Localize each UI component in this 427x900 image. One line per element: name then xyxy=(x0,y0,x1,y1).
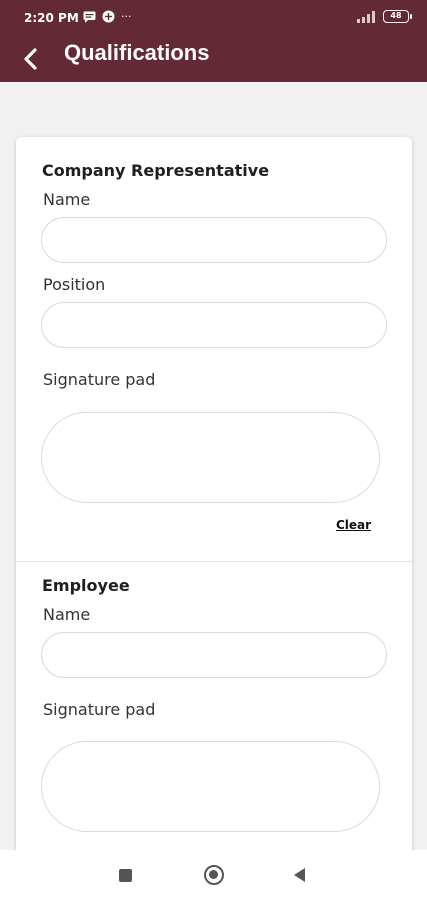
company-signature-label: Signature pad xyxy=(43,370,156,389)
status-time: 2:20 PM xyxy=(24,11,79,25)
company-name-label: Name xyxy=(43,190,91,209)
game-icon xyxy=(102,10,115,23)
status-bar: 2:20 PM ··· 48 xyxy=(0,0,427,36)
chevron-left-icon xyxy=(24,48,37,70)
section-divider xyxy=(16,561,412,562)
recents-icon[interactable] xyxy=(119,869,132,882)
section-title-company-representative: Company Representative xyxy=(42,161,270,180)
battery-icon: 48 xyxy=(383,10,412,23)
system-nav-bar xyxy=(0,850,427,900)
message-icon xyxy=(83,11,96,23)
qualifications-form-card: Company Representative Name Position Sig… xyxy=(16,137,412,897)
company-position-label: Position xyxy=(43,275,106,294)
section-title-employee: Employee xyxy=(42,576,130,595)
employee-name-input[interactable] xyxy=(41,632,387,678)
employee-signature-label: Signature pad xyxy=(43,700,156,719)
back-button[interactable] xyxy=(14,42,48,76)
employee-signature-pad[interactable] xyxy=(41,741,380,832)
app-bar: Qualifications xyxy=(0,36,427,82)
clear-signature-button[interactable]: Clear xyxy=(336,518,371,532)
battery-level: 48 xyxy=(390,11,402,20)
status-right: 48 xyxy=(357,10,412,23)
company-name-input[interactable] xyxy=(41,217,387,263)
company-position-input[interactable] xyxy=(41,302,387,348)
page-title: Qualifications xyxy=(64,40,210,65)
more-notifications-dots: ··· xyxy=(121,10,132,23)
company-signature-pad[interactable] xyxy=(41,412,380,503)
nav-back-icon[interactable] xyxy=(294,868,305,882)
signal-icon xyxy=(357,10,375,23)
status-notification-icons: ··· xyxy=(83,10,132,23)
employee-name-label: Name xyxy=(43,605,91,624)
home-icon[interactable] xyxy=(204,865,224,885)
